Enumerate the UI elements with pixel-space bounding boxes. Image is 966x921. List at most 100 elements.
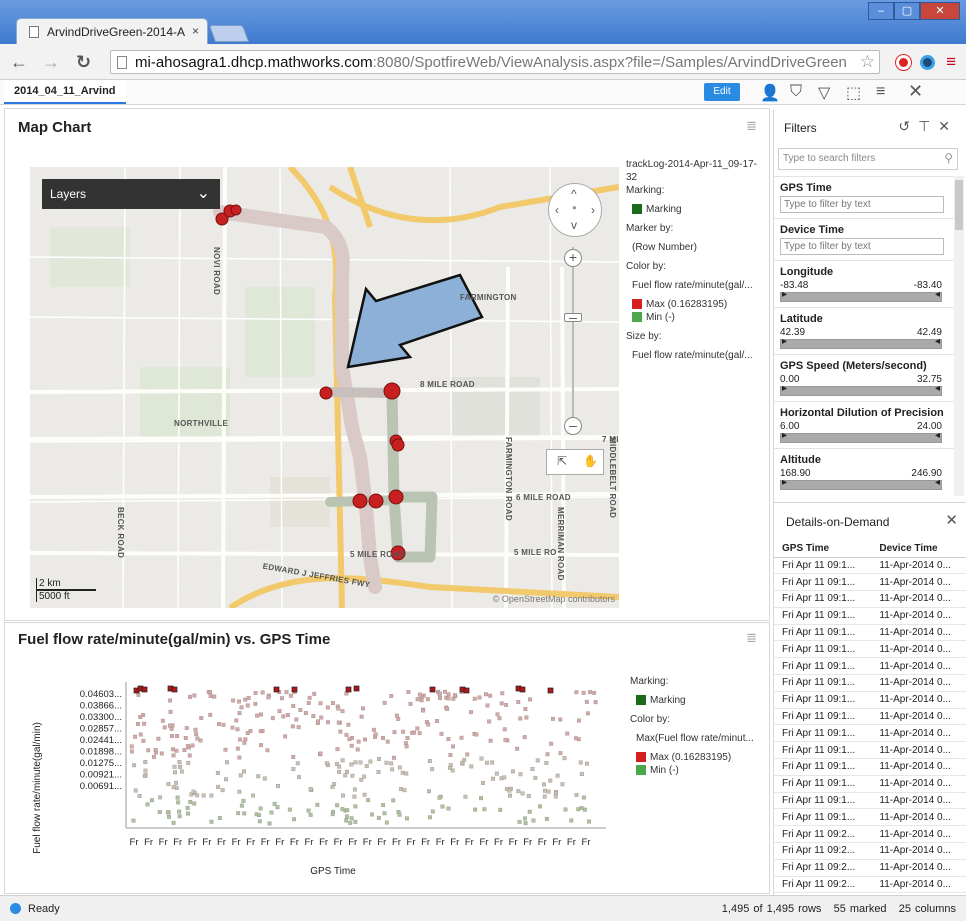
scatter-point[interactable] [588,690,592,695]
scatter-point[interactable] [174,748,179,753]
pan-up-icon[interactable]: ^ [571,187,577,201]
scatter-point[interactable] [548,778,553,783]
scatter-point[interactable] [495,712,500,717]
scatter-point[interactable] [136,722,141,726]
scatter-point[interactable] [427,759,432,764]
table-row[interactable]: Fri Apr 11 09:2...11-Apr-2014 0... [774,842,966,860]
scatter-point[interactable] [245,731,250,735]
scatter-point[interactable] [459,735,464,740]
scatter-point[interactable] [542,782,546,787]
scatter-point[interactable] [191,789,196,794]
scatter-point[interactable] [169,726,174,731]
scatter-point[interactable] [427,789,431,794]
scatter-point[interactable] [298,708,303,712]
scatter-point[interactable] [138,732,143,737]
scatter-point[interactable] [267,821,272,826]
table-row[interactable]: Fri Apr 11 09:2...11-Apr-2014 0... [774,876,966,894]
scatter-point[interactable] [592,690,597,695]
scatter-point[interactable] [221,722,226,727]
range-slider[interactable] [780,336,942,349]
scatter-point[interactable] [306,701,311,705]
scatter-point[interactable] [404,744,409,749]
scatter-point[interactable] [341,793,345,798]
pan-left-icon[interactable]: ‹ [555,203,559,217]
scatter-point[interactable] [336,720,341,725]
table-row[interactable]: Fri Apr 11 09:1... 11-Apr-2014 0... [774,607,966,625]
layers-dropdown[interactable]: Layers ⌄ [42,179,220,209]
scatter-point[interactable] [291,767,296,772]
scatter-point[interactable] [415,697,420,702]
scatter-point[interactable] [177,809,182,814]
scatter-point[interactable] [177,814,182,819]
scatter-point[interactable] [362,774,367,779]
scatter-plot[interactable]: Fuel flow rate/minute(gal/min) GPS Time … [30,676,618,886]
scatter-point[interactable] [347,737,352,742]
scatter-point[interactable] [507,788,512,793]
scatter-point[interactable] [217,816,222,821]
scatter-point[interactable] [565,731,570,736]
scatter-point[interactable] [376,815,381,820]
scatter-point[interactable] [174,780,179,785]
table-row[interactable]: Fri Apr 11 09:1... 11-Apr-2014 0... [774,691,966,709]
scatter-point[interactable] [177,760,182,765]
scatter-point[interactable] [168,698,173,703]
close-icon[interactable]: ✕ [938,118,958,134]
scatter-point[interactable] [336,706,341,711]
scatter-point[interactable] [425,697,430,702]
scatter-point[interactable] [469,710,473,715]
scatter-point[interactable] [137,793,142,798]
scatter-point[interactable] [170,734,175,738]
scatter-point[interactable] [146,748,151,753]
scatter-point[interactable] [335,803,340,808]
scatter-point[interactable] [129,744,134,749]
scatter-point[interactable] [391,798,396,803]
zoom-in-button[interactable]: + [564,249,582,267]
scatter-point[interactable] [145,802,150,807]
scatter-point[interactable] [370,812,374,817]
browser-menu-icon[interactable]: ≡ [946,52,956,72]
scatter-point[interactable] [426,722,431,727]
column-header[interactable]: GPS Time [774,541,872,558]
scatter-point[interactable] [275,783,280,788]
scatter-point[interactable] [523,821,528,826]
scatter-point[interactable] [242,811,247,816]
scatter-point[interactable] [291,755,296,760]
scatter-point[interactable] [239,803,244,808]
table-row[interactable]: Fri Apr 11 09:1... 11-Apr-2014 0... [774,573,966,592]
scatter-point[interactable] [396,717,401,721]
scatter-point[interactable] [262,776,267,781]
scatter-point[interactable] [518,716,523,721]
scatter-point[interactable] [281,714,286,719]
scatter-point[interactable] [237,789,242,794]
pointer-icon[interactable]: ⇱ [557,454,567,468]
scatter-point[interactable] [520,791,525,796]
scatter-point[interactable] [230,725,235,730]
scatter-point[interactable] [199,716,204,720]
scatter-point[interactable] [207,690,212,695]
map-canvas[interactable]: FARMINGTON NORTHVILLE 8 MILE ROAD 7 MI 6… [30,167,619,608]
scatter-point[interactable] [193,727,198,732]
scatter-point[interactable] [201,793,206,798]
scatter-point[interactable] [401,729,406,734]
scatter-point[interactable] [215,770,220,775]
pan-control[interactable]: ^ ‹ › v ● [548,183,602,237]
scatter-point[interactable] [578,760,583,765]
scatter-point[interactable] [577,718,581,723]
scatter-point[interactable] [194,732,199,737]
scatter-point[interactable] [234,718,239,723]
table-row[interactable]: Fri Apr 11 09:1... 11-Apr-2014 0... [774,657,966,676]
scatter-point[interactable] [581,690,586,695]
filter-text-input[interactable]: Type to filter by text [780,196,944,213]
scatter-point[interactable] [555,773,560,778]
scatter-point[interactable] [257,819,262,824]
scatter-point[interactable] [266,695,271,700]
scatter-point[interactable] [516,789,521,794]
scatter-point[interactable] [523,816,527,821]
scatter-point[interactable] [518,772,523,777]
scatter-point[interactable] [166,782,171,787]
scatter-point[interactable] [318,701,323,706]
scatter-point[interactable] [533,775,538,780]
scatter-point[interactable] [318,751,323,756]
scatter-point[interactable] [358,760,363,765]
scatter-point[interactable] [245,703,250,708]
